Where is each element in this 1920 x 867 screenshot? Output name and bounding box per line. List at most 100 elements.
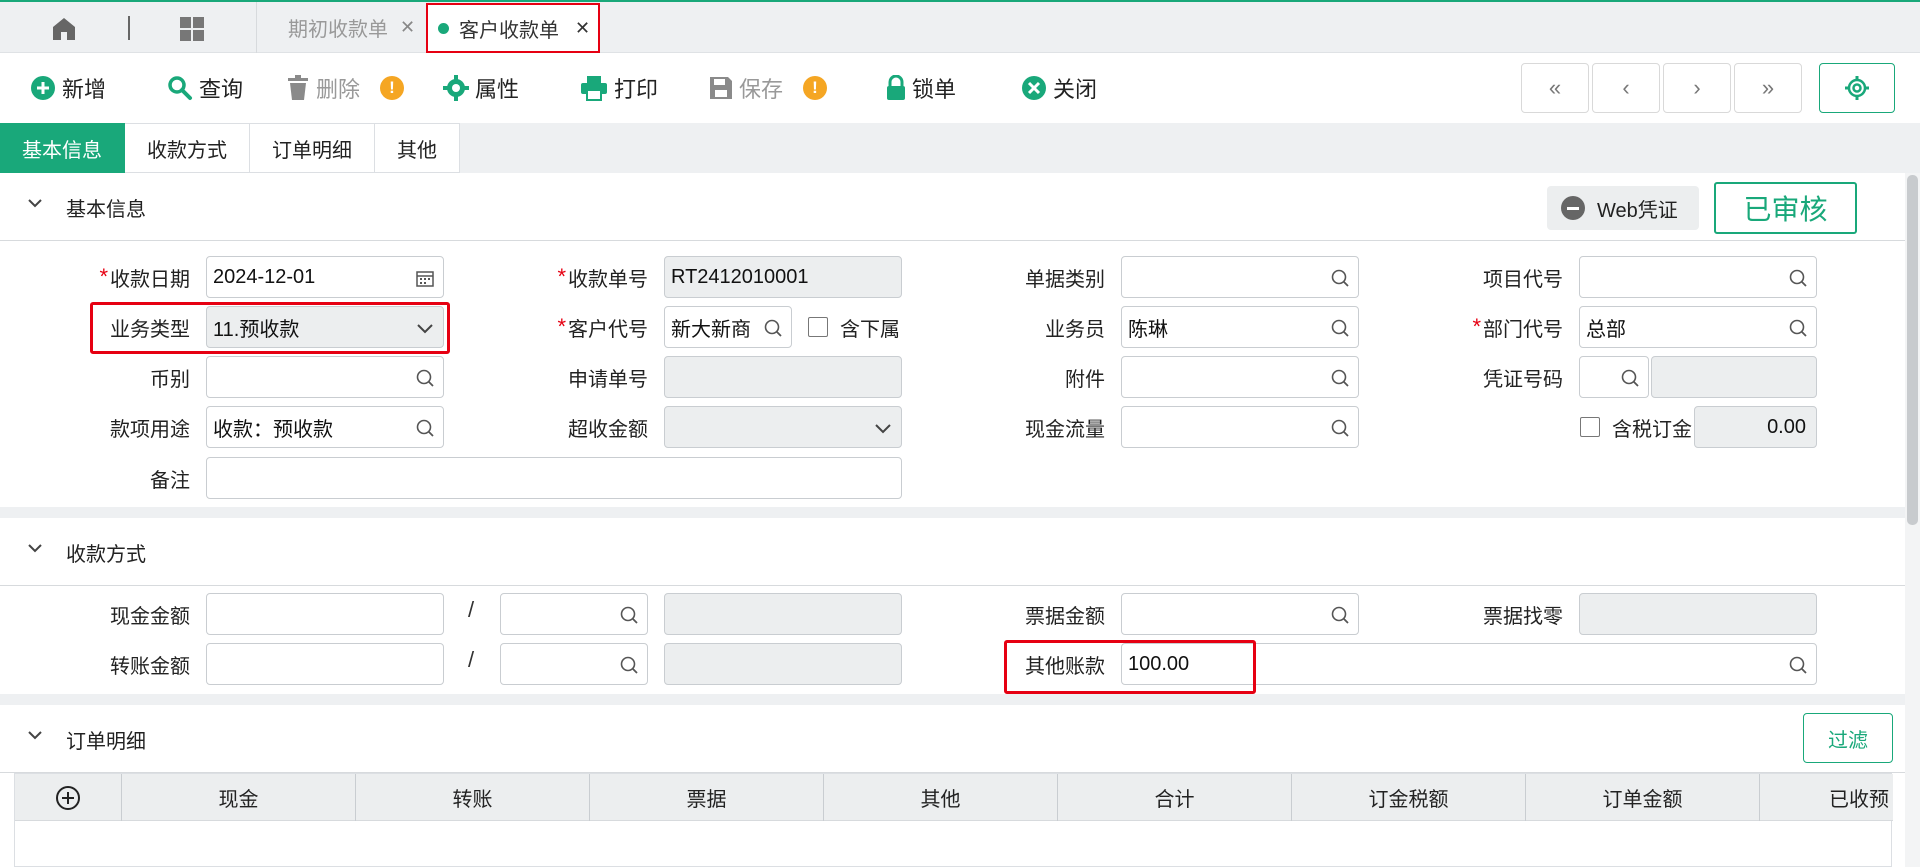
prev-record-button[interactable]: ‹ xyxy=(1592,63,1660,113)
last-record-button[interactable]: » xyxy=(1734,63,1802,113)
receipt-date-field[interactable]: 2024-12-01 xyxy=(206,256,444,298)
scrollbar-thumb[interactable] xyxy=(1907,175,1918,525)
close-button[interactable]: 关闭 xyxy=(1021,73,1097,103)
search-icon[interactable] xyxy=(1788,655,1808,675)
chevron-down-icon[interactable] xyxy=(873,418,893,438)
search-icon[interactable] xyxy=(1330,268,1350,288)
cash-flow-field[interactable] xyxy=(1121,406,1359,448)
doc-type-field[interactable] xyxy=(1121,256,1359,298)
add-row-button[interactable] xyxy=(15,774,122,821)
transfer-account-field[interactable] xyxy=(500,643,648,685)
web-voucher-button[interactable]: Web凭证 xyxy=(1547,186,1699,230)
cash-amount-field[interactable] xyxy=(206,593,444,635)
include-sub-checkbox[interactable] xyxy=(808,317,828,337)
save-button[interactable]: 保存 ! xyxy=(709,73,828,103)
query-button[interactable]: 查询 xyxy=(167,73,243,103)
chevron-down-icon[interactable] xyxy=(27,727,43,743)
tab-basic-info[interactable]: 基本信息 xyxy=(0,123,125,173)
salesperson-field[interactable]: 陈琳 xyxy=(1121,306,1359,348)
minus-circle-icon xyxy=(1561,196,1585,220)
order-header[interactable]: 订单明细 xyxy=(0,705,1905,773)
close-icon[interactable]: ✕ xyxy=(400,17,415,38)
tab-opening-receipt[interactable]: 期初收款单 ✕ xyxy=(288,2,415,53)
calendar-icon[interactable] xyxy=(415,268,435,288)
document-tab-bar: 期初收款单 ✕ 客户收款单 ✕ xyxy=(0,0,1920,55)
search-icon[interactable] xyxy=(619,605,639,625)
search-icon[interactable] xyxy=(415,368,435,388)
search-icon[interactable] xyxy=(1330,318,1350,338)
property-button[interactable]: 属性 xyxy=(443,73,519,103)
gear-icon xyxy=(1845,76,1869,100)
purpose-field[interactable]: 收款：预收款 xyxy=(206,406,444,448)
search-icon[interactable] xyxy=(763,318,783,338)
page: 期初收款单 ✕ 客户收款单 ✕ 新增 查询 删除 ! 属性 打印 保存 ! 锁单… xyxy=(0,0,1920,867)
close-circle-icon xyxy=(1022,76,1046,100)
receipt-no-field: RT2412010001 xyxy=(664,256,902,298)
other-account-field[interactable]: 100.00 xyxy=(1121,643,1817,685)
home-icon[interactable] xyxy=(50,15,78,43)
remark-field[interactable] xyxy=(206,457,902,499)
tax-order-checkbox[interactable] xyxy=(1580,417,1600,437)
cash-flow-label: 现金流量 xyxy=(1025,418,1105,441)
column-header[interactable]: 已收预 xyxy=(1760,774,1893,821)
delete-label: 删除 xyxy=(316,77,361,102)
section-title: 订单明细 xyxy=(66,731,146,753)
payment-header[interactable]: 收款方式 xyxy=(0,518,1905,586)
new-button[interactable]: 新增 xyxy=(30,73,106,103)
next-record-button[interactable]: › xyxy=(1663,63,1731,113)
section-tabs: 基本信息 收款方式 订单明细 其他 xyxy=(0,123,460,173)
save-icon xyxy=(710,77,732,99)
column-header[interactable]: 合计 xyxy=(1058,774,1292,821)
print-button[interactable]: 打印 xyxy=(580,73,658,103)
first-record-button[interactable]: « xyxy=(1521,63,1589,113)
project-code-field[interactable] xyxy=(1579,256,1817,298)
close-icon[interactable]: ✕ xyxy=(575,18,590,39)
column-header[interactable]: 票据 xyxy=(590,774,824,821)
column-header[interactable]: 订单金额 xyxy=(1526,774,1760,821)
web-voucher-label: Web凭证 xyxy=(1597,199,1678,222)
tab-other[interactable]: 其他 xyxy=(375,123,460,173)
apply-no-field xyxy=(664,356,902,398)
search-icon[interactable] xyxy=(1788,318,1808,338)
tab-order-detail[interactable]: 订单明细 xyxy=(250,123,375,173)
cash-account-name-field xyxy=(664,593,902,635)
tab-customer-receipt[interactable]: 客户收款单 ✕ xyxy=(426,3,600,53)
search-icon[interactable] xyxy=(1788,268,1808,288)
save-label: 保存 xyxy=(739,77,784,102)
search-icon[interactable] xyxy=(1330,605,1350,625)
warning-icon: ! xyxy=(380,76,405,100)
biz-type-select[interactable]: 11.预收款 xyxy=(206,306,444,348)
column-header[interactable]: 其他 xyxy=(824,774,1058,821)
search-icon[interactable] xyxy=(415,418,435,438)
attachment-label: 附件 xyxy=(1065,368,1105,391)
tax-order-field: 0.00 xyxy=(1694,406,1817,448)
search-icon[interactable] xyxy=(1330,418,1350,438)
dept-code-label: * 部门代号 xyxy=(1472,314,1563,341)
attachment-field[interactable] xyxy=(1121,356,1359,398)
project-code-label: 项目代号 xyxy=(1483,268,1563,291)
over-amount-select[interactable] xyxy=(664,406,902,448)
search-icon[interactable] xyxy=(1330,368,1350,388)
tab-payment-method[interactable]: 收款方式 xyxy=(125,123,250,173)
voucher-word-field[interactable] xyxy=(1579,356,1649,398)
chevron-down-icon[interactable] xyxy=(415,318,435,338)
column-header[interactable]: 订金税额 xyxy=(1292,774,1526,821)
bill-amount-field[interactable] xyxy=(1121,593,1359,635)
column-header[interactable]: 转账 xyxy=(356,774,590,821)
customer-code-field[interactable]: 新大新商 xyxy=(664,306,792,348)
filter-button[interactable]: 过滤 xyxy=(1803,713,1893,763)
new-label: 新增 xyxy=(62,77,107,102)
settings-button[interactable] xyxy=(1819,63,1895,113)
search-icon[interactable] xyxy=(1620,368,1640,388)
grid-menu-icon[interactable] xyxy=(178,15,206,43)
search-icon[interactable] xyxy=(619,655,639,675)
chevron-down-icon[interactable] xyxy=(27,540,43,556)
transfer-amount-field[interactable] xyxy=(206,643,444,685)
dept-code-field[interactable]: 总部 xyxy=(1579,306,1817,348)
column-header[interactable]: 现金 xyxy=(122,774,356,821)
currency-field[interactable] xyxy=(206,356,444,398)
lock-button[interactable]: 锁单 xyxy=(886,73,956,103)
chevron-down-icon[interactable] xyxy=(27,195,43,211)
cash-account-field[interactable] xyxy=(500,593,648,635)
delete-button[interactable]: 删除 ! xyxy=(286,73,405,103)
